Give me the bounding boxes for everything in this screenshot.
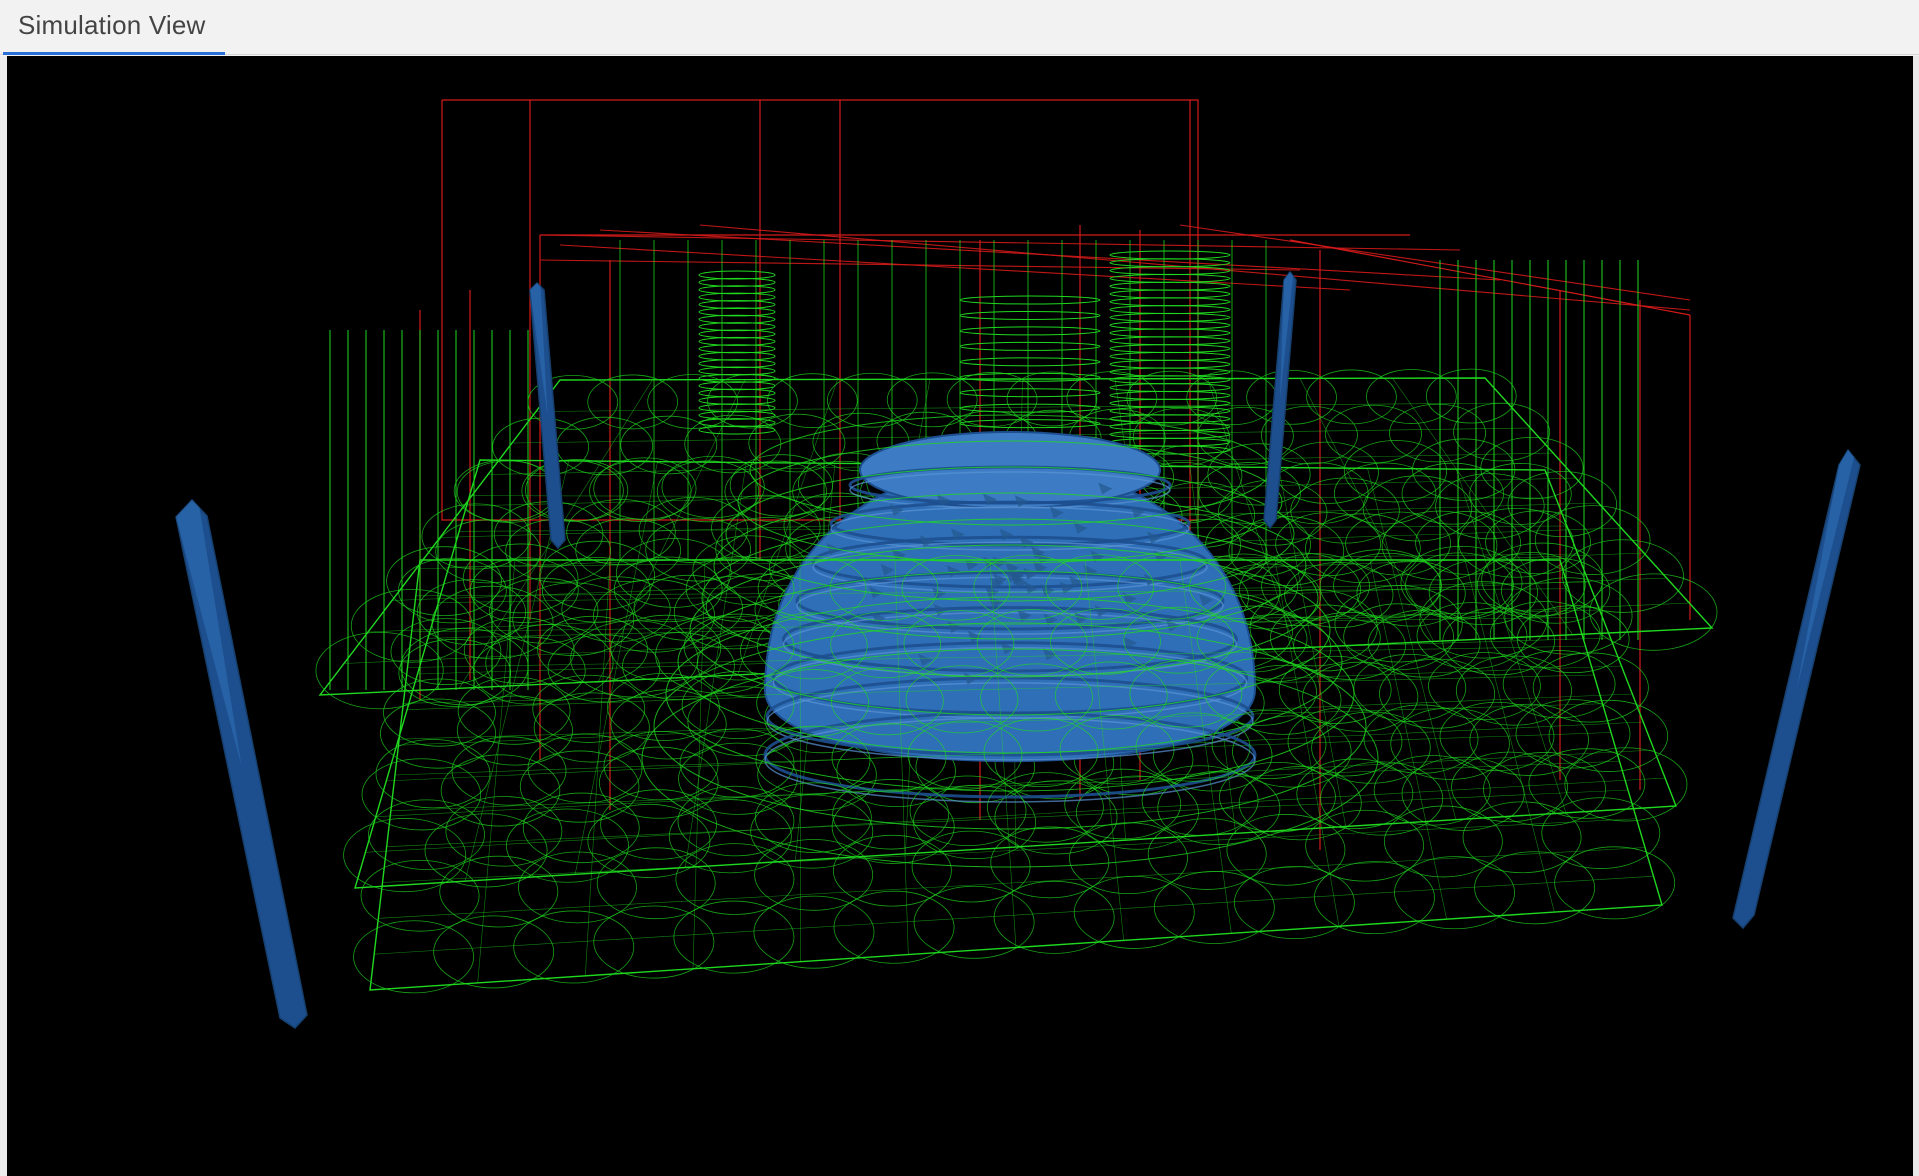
tab-bar: Simulation View [0, 0, 1919, 55]
tab-label: Simulation View [18, 10, 206, 40]
pillar-right [1732, 448, 1861, 930]
tab-simulation-view[interactable]: Simulation View [3, 0, 225, 55]
viewport-left-border [0, 56, 7, 1176]
simulation-scene[interactable] [7, 56, 1913, 1176]
simulation-viewport[interactable] [7, 56, 1913, 1176]
viewport-right-border [1913, 56, 1919, 1176]
